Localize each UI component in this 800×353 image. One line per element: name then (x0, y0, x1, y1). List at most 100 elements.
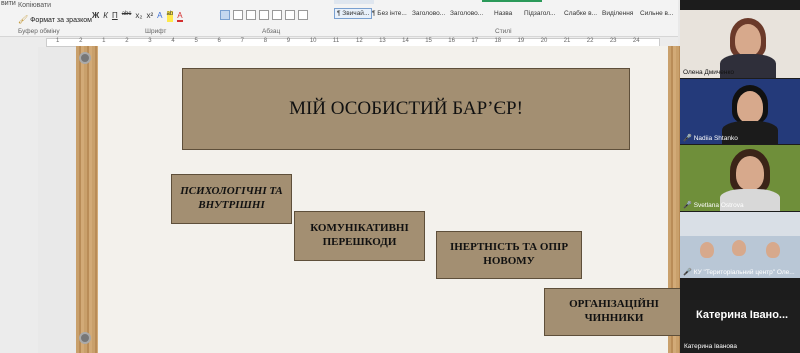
style-intense-emphasis[interactable]: Сильне в... (640, 10, 673, 17)
style-heading-2[interactable]: Заголово... (450, 10, 483, 17)
participant-name: 🎤 КУ "Територіальний центр" Оле... (683, 268, 795, 276)
participant-face (732, 240, 746, 256)
wood-frame-left (76, 46, 98, 353)
ruler-number: 14 (402, 38, 409, 44)
ruler-number: 4 (171, 38, 175, 44)
superscript-button[interactable]: x² (147, 11, 154, 22)
cut-button[interactable]: вити (1, 0, 16, 7)
barrier-box-psychological: ПСИХОЛОГІЧНІ ТА ВНУТРІШНІ (171, 174, 292, 224)
mic-muted-icon: 🎤 (683, 135, 692, 142)
ruler-number: 1 (56, 38, 60, 44)
ruler-number: 5 (194, 38, 198, 44)
format-painter-button[interactable]: 🖌 Формат за зразком (18, 15, 92, 24)
ruler-number: 19 (517, 38, 525, 44)
participant-face (737, 91, 763, 123)
ruler-number: 12 (356, 38, 363, 44)
mic-muted-icon: 🎤 (683, 202, 692, 209)
vertical-ruler (0, 46, 38, 353)
justify-button[interactable] (259, 10, 269, 20)
align-left-button[interactable] (220, 10, 230, 20)
paragraph-group-label: Абзац (262, 28, 281, 35)
participant-tile-active[interactable]: Катерина Івано... Катерина Іванова (680, 300, 800, 352)
ruler-number: 10 (309, 38, 317, 44)
screw-icon (79, 332, 91, 344)
ribbon: вити Копіювати 🖌 Формат за зразком Буфер… (0, 0, 678, 36)
participant-face (736, 156, 764, 190)
participant-tile[interactable]: 🎤 Nadiia Shtanko (680, 79, 800, 144)
ruler-number: 21 (563, 38, 571, 44)
ruler-number: 11 (332, 38, 340, 44)
ruler-number: 1 (102, 38, 106, 44)
ruler-number: 3 (148, 38, 152, 44)
bold-button[interactable]: Ж (92, 11, 99, 22)
video-participants-panel: Олена Дмиченко 🎤 Nadiia Shtanko 🎤 Svetlana… (680, 0, 800, 353)
font-group-label: Шрифт (145, 28, 167, 35)
ruler-number: 23 (609, 38, 617, 44)
ruler-number: 6 (217, 38, 221, 44)
italic-button[interactable]: К (103, 11, 108, 22)
style-normal[interactable]: ¶ Звичай... (334, 8, 373, 19)
ruler-number: 15 (425, 38, 432, 44)
align-right-button[interactable] (246, 10, 256, 20)
participant-name-label: КУ "Територіальний центр" Оле... (693, 269, 795, 276)
ruler-number: 2 (125, 38, 129, 44)
ruler-number: 16 (448, 38, 455, 44)
participant-name: Катерина Іванова (684, 343, 738, 350)
slide-image: МІЙ ОСОБИСТИЙ БАР’ЄР! ПСИХОЛОГІЧНІ ТА ВН… (76, 46, 680, 353)
ruler-number: 7 (240, 38, 244, 44)
borders-button[interactable] (298, 10, 308, 20)
strikethrough-button[interactable]: abc (122, 11, 132, 22)
participant-name: 🎤 Svetlana Ostrova (683, 201, 744, 209)
participant-name-label: Svetlana Ostrova (693, 202, 744, 209)
ruler-number: 13 (379, 38, 386, 44)
ruler-number: 17 (471, 38, 479, 44)
mic-muted-icon: 🎤 (683, 269, 692, 276)
styles-gallery: ¶ Звичай... ¶ Без інте... Заголово... За… (332, 0, 678, 26)
format-painter-label: Формат за зразком (30, 17, 92, 24)
font-color-button[interactable]: А (177, 11, 183, 22)
style-no-spacing[interactable]: ¶ Без інте... (372, 10, 407, 17)
style-tab (334, 0, 374, 4)
participant-tile[interactable]: 🎤 КУ "Територіальний центр" Оле... (680, 212, 800, 278)
text-effects-button[interactable]: А (157, 11, 162, 22)
ruler-numbers: 1 2 1 2 3 4 5 6 7 8 9 10 11 12 13 14 15 16 17 18 19 20 21 22 23 2… (46, 37, 658, 46)
subscript-button[interactable]: x₂ (135, 11, 142, 22)
clipboard-group-label: Буфер обміну (18, 28, 60, 35)
participant-face (766, 242, 780, 258)
ruler-number: 2 (79, 38, 83, 44)
participant-name: Олена Дмиченко (683, 69, 735, 76)
ruler-number: 20 (540, 38, 548, 44)
shading-button[interactable] (285, 10, 295, 20)
participant-name-label: Nadiia Shtanko (693, 135, 738, 142)
room-wall (680, 212, 800, 236)
underline-button[interactable]: П (112, 11, 118, 22)
copy-button[interactable]: Копіювати (18, 2, 51, 9)
font-buttons: Ж К П abc x₂ x² А ab А (92, 11, 183, 22)
brush-icon: 🖌 (18, 15, 29, 24)
line-spacing-button[interactable] (272, 10, 282, 20)
style-emphasis[interactable]: Виділення (602, 10, 633, 17)
participant-tile[interactable]: 🎤 Svetlana Ostrova (680, 145, 800, 211)
styles-group-label: Стилі (495, 28, 512, 35)
ruler-number: 8 (263, 38, 268, 44)
barrier-box-communication: КОМУНІКАТИВНІ ПЕРЕШКОДИ (294, 211, 425, 261)
highlight-button[interactable]: ab (166, 11, 174, 22)
participant-face (700, 242, 714, 258)
ruler-number: 9 (286, 38, 291, 44)
screw-icon (79, 52, 91, 64)
ruler-number: 18 (494, 38, 502, 44)
style-heading-1[interactable]: Заголово... (412, 10, 445, 17)
style-title[interactable]: Назва (494, 10, 512, 17)
paragraph-buttons (220, 10, 308, 20)
slide-title: МІЙ ОСОБИСТИЙ БАР’ЄР! (182, 68, 630, 150)
participant-name: 🎤 Nadiia Shtanko (683, 134, 738, 142)
ruler-number: 22 (586, 38, 594, 44)
style-subtle-emphasis[interactable]: Слабке в... (564, 10, 597, 17)
style-subtitle[interactable]: Підзагол... (524, 10, 555, 17)
slide-paper: МІЙ ОСОБИСТИЙ БАР’ЄР! ПСИХОЛОГІЧНІ ТА ВН… (98, 46, 680, 353)
participant-face (735, 24, 761, 56)
participant-tile[interactable]: Олена Дмиченко (680, 10, 800, 78)
barrier-box-inertia: ІНЕРТНІСТЬ ТА ОПІР НОВОМУ (436, 231, 582, 279)
barrier-box-organizational: ОРГАНІЗАЦІЙНІ ЧИННИКИ (544, 288, 680, 336)
align-center-button[interactable] (233, 10, 243, 20)
